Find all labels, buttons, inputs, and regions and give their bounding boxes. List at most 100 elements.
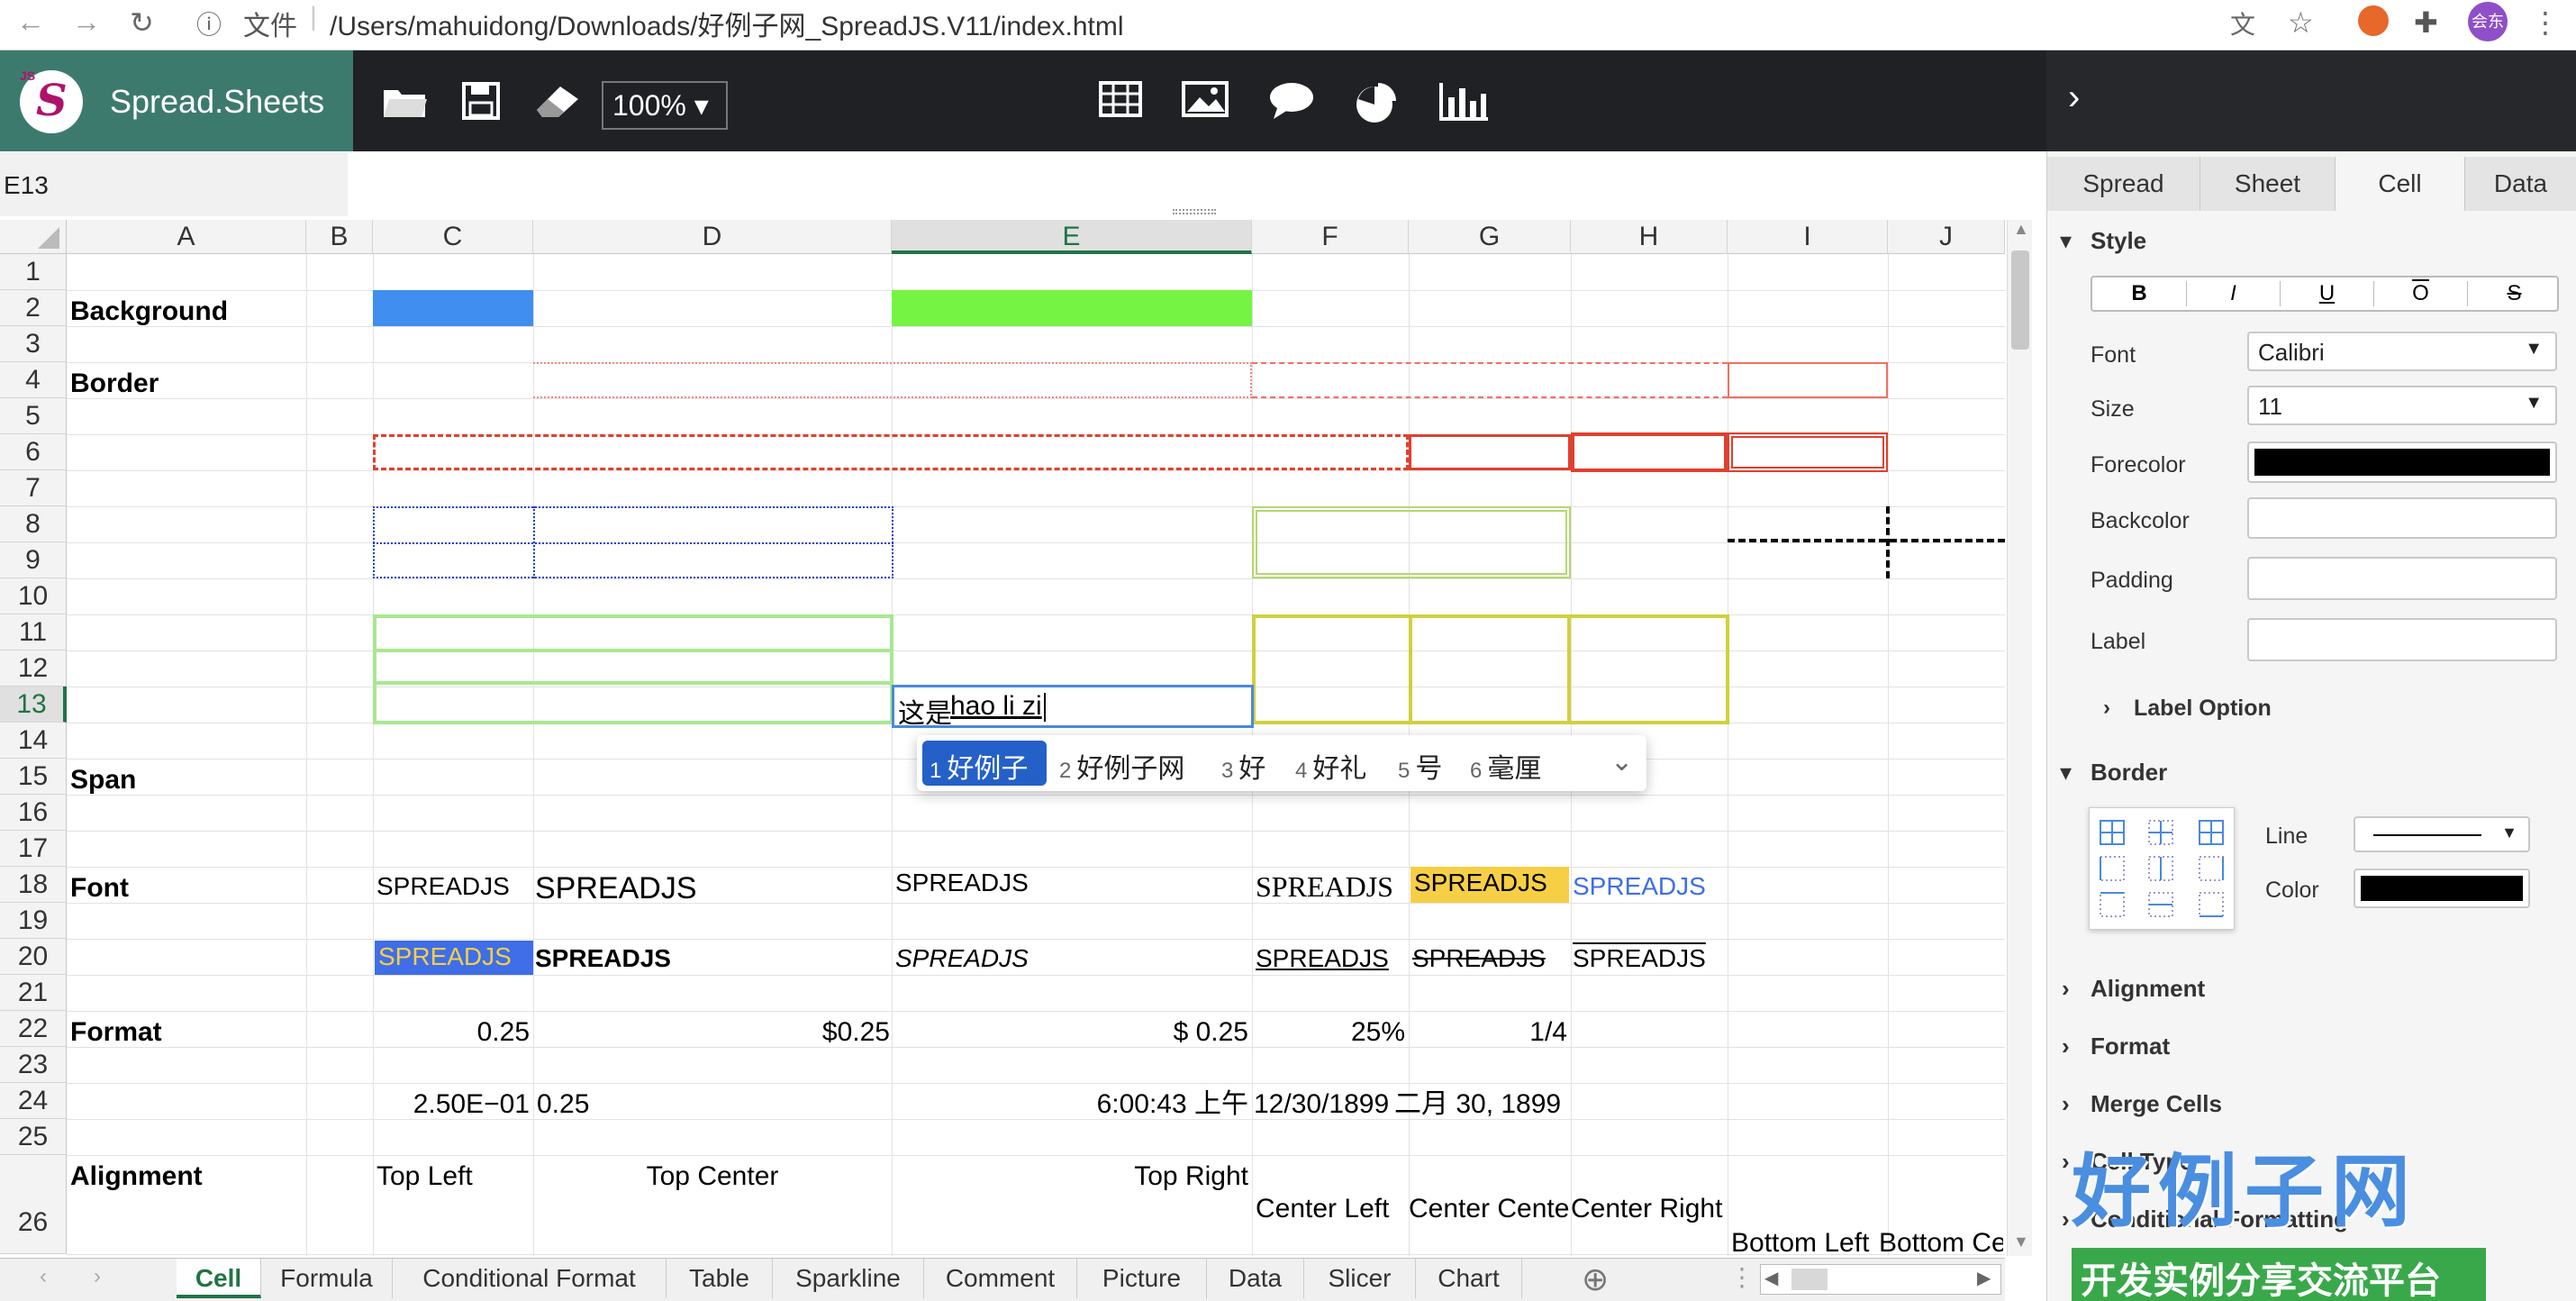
- tab-next-icon[interactable]: ›: [94, 1264, 101, 1289]
- row-header[interactable]: 26: [0, 1155, 67, 1254]
- font-select[interactable]: Calibri ▼: [2247, 332, 2557, 371]
- info-icon[interactable]: ⓘ: [196, 5, 222, 41]
- puzzle-icon[interactable]: ✚: [2414, 5, 2438, 40]
- section-expand-icon[interactable]: ›: [2062, 1033, 2070, 1060]
- profile-avatar[interactable]: 会东: [2468, 2, 2508, 41]
- add-sheet-icon[interactable]: ⊕: [1582, 1260, 1609, 1298]
- horizontal-scrollbar[interactable]: ◀ ▶: [1760, 1264, 2001, 1295]
- column-header[interactable]: G: [1409, 220, 1571, 254]
- column-header[interactable]: D: [533, 220, 892, 254]
- border-toggle-icon[interactable]: ▾: [2060, 759, 2072, 787]
- backcolor-picker[interactable]: [2247, 497, 2557, 539]
- sheet-tab[interactable]: Conditional Format: [393, 1259, 667, 1298]
- picture-icon[interactable]: [1182, 81, 1229, 125]
- size-select[interactable]: 11 ▼: [2247, 386, 2557, 425]
- ime-expand-icon[interactable]: ⌄: [1610, 746, 1633, 778]
- row-header[interactable]: 13: [0, 687, 67, 723]
- row-header[interactable]: 18: [0, 867, 67, 903]
- hscroll-left-icon[interactable]: ◀: [1764, 1267, 1778, 1289]
- row-header[interactable]: 2: [0, 290, 67, 326]
- open-folder-icon[interactable]: [382, 81, 429, 129]
- sheet-tab[interactable]: Cell: [177, 1259, 261, 1298]
- column-header[interactable]: A: [67, 220, 306, 254]
- back-icon[interactable]: ←: [16, 5, 45, 39]
- panel-section-title[interactable]: Merge Cells: [2091, 1090, 2222, 1118]
- ime-candidate-window[interactable]: 1 好例子 2 好例子网 3好 4 好礼 5号 6 毫厘 ⌄: [917, 735, 1646, 791]
- row-header[interactable]: 25: [0, 1119, 67, 1155]
- column-header[interactable]: J: [1888, 220, 2005, 254]
- column-header[interactable]: B: [306, 220, 373, 254]
- row-header[interactable]: 6: [0, 434, 67, 470]
- column-header[interactable]: C: [373, 220, 533, 254]
- save-icon[interactable]: [461, 81, 501, 129]
- menu-icon[interactable]: ⋮: [2531, 5, 2560, 40]
- scroll-up-icon[interactable]: ▲: [2013, 220, 2029, 239]
- forward-icon[interactable]: →: [72, 5, 101, 39]
- label-option-toggle-icon[interactable]: ›: [2103, 696, 2110, 721]
- row-header[interactable]: 11: [0, 614, 67, 650]
- table-icon[interactable]: [1099, 81, 1142, 125]
- tab-sheet[interactable]: Sheet: [2200, 157, 2336, 211]
- bar-chart-icon[interactable]: [1439, 81, 1490, 129]
- column-header[interactable]: E: [892, 220, 1252, 254]
- overline-button[interactable]: O: [2373, 281, 2467, 306]
- row-header[interactable]: 21: [0, 975, 67, 1011]
- select-all-corner[interactable]: [0, 220, 67, 254]
- sheet-tab[interactable]: Data: [1207, 1259, 1304, 1298]
- hscroll-right-icon[interactable]: ▶: [1977, 1267, 1991, 1289]
- border-color-picker[interactable]: [2354, 869, 2530, 908]
- tab-splitter[interactable]: ⋮: [1729, 1262, 1755, 1292]
- row-header[interactable]: 14: [0, 723, 67, 759]
- italic-button[interactable]: I: [2186, 281, 2280, 306]
- section-expand-icon[interactable]: ›: [2062, 1205, 2070, 1233]
- bold-button[interactable]: B: [2092, 281, 2186, 306]
- vertical-scrollbar[interactable]: ▲ ▼: [2007, 220, 2032, 1256]
- reload-icon[interactable]: ↻: [130, 5, 154, 40]
- sheet-tab[interactable]: Chart: [1416, 1259, 1522, 1298]
- row-header[interactable]: 16: [0, 795, 67, 831]
- column-header[interactable]: I: [1728, 220, 1888, 254]
- sheet-tab[interactable]: Comment: [924, 1259, 1077, 1298]
- label-option[interactable]: Label Option: [2134, 696, 2272, 722]
- sheet-tab[interactable]: Formula: [261, 1259, 393, 1298]
- row-header[interactable]: 4: [0, 362, 67, 398]
- hscroll-thumb[interactable]: [1791, 1269, 1828, 1290]
- ime-candidate-6[interactable]: 6 毫厘: [1470, 746, 1541, 786]
- row-header[interactable]: 20: [0, 939, 67, 975]
- border-picker[interactable]: [2089, 807, 2235, 930]
- cell-editor[interactable]: 这是 hao li zi: [892, 685, 1254, 729]
- ime-candidate-5[interactable]: 5号: [1398, 746, 1442, 786]
- row-header[interactable]: 9: [0, 542, 67, 578]
- ime-candidate-2[interactable]: 2 好例子网: [1059, 746, 1184, 786]
- line-style-select[interactable]: ▼: [2354, 816, 2530, 852]
- row-header[interactable]: 17: [0, 831, 67, 867]
- style-section-title[interactable]: Style: [2091, 227, 2146, 255]
- underline-button[interactable]: U: [2280, 281, 2373, 306]
- section-expand-icon[interactable]: ›: [2062, 1148, 2070, 1176]
- sheet-tab[interactable]: Slicer: [1304, 1259, 1416, 1298]
- zoom-select[interactable]: 100% ▾: [602, 81, 728, 130]
- address-bar[interactable]: /Users/mahuidong/Downloads/好例子网_SpreadJS…: [330, 4, 1124, 43]
- sheet-tab[interactable]: Table: [667, 1259, 773, 1298]
- comment-icon[interactable]: [1268, 81, 1315, 129]
- ime-candidate-1[interactable]: 1 好例子: [930, 746, 1028, 786]
- collapse-panel-icon[interactable]: ›: [2068, 77, 2080, 118]
- splitter-handle[interactable]: [1173, 209, 1216, 214]
- padding-input[interactable]: [2247, 557, 2557, 600]
- panel-section-title[interactable]: Format: [2091, 1033, 2170, 1060]
- eraser-icon[interactable]: [533, 81, 582, 129]
- row-header[interactable]: 24: [0, 1083, 67, 1119]
- row-header[interactable]: 1: [0, 254, 67, 290]
- row-header[interactable]: 8: [0, 506, 67, 542]
- row-header[interactable]: 5: [0, 398, 67, 434]
- row-header[interactable]: 23: [0, 1047, 67, 1083]
- row-header[interactable]: 3: [0, 326, 67, 362]
- sheet-tab[interactable]: Sparkline: [773, 1259, 924, 1298]
- label-input[interactable]: [2247, 618, 2557, 661]
- row-header[interactable]: 19: [0, 903, 67, 939]
- section-expand-icon[interactable]: ›: [2062, 1090, 2070, 1118]
- tab-spread[interactable]: Spread: [2047, 157, 2200, 211]
- row-header[interactable]: 15: [0, 759, 67, 795]
- section-expand-icon[interactable]: ›: [2062, 975, 2070, 1003]
- scroll-thumb[interactable]: [2011, 250, 2029, 350]
